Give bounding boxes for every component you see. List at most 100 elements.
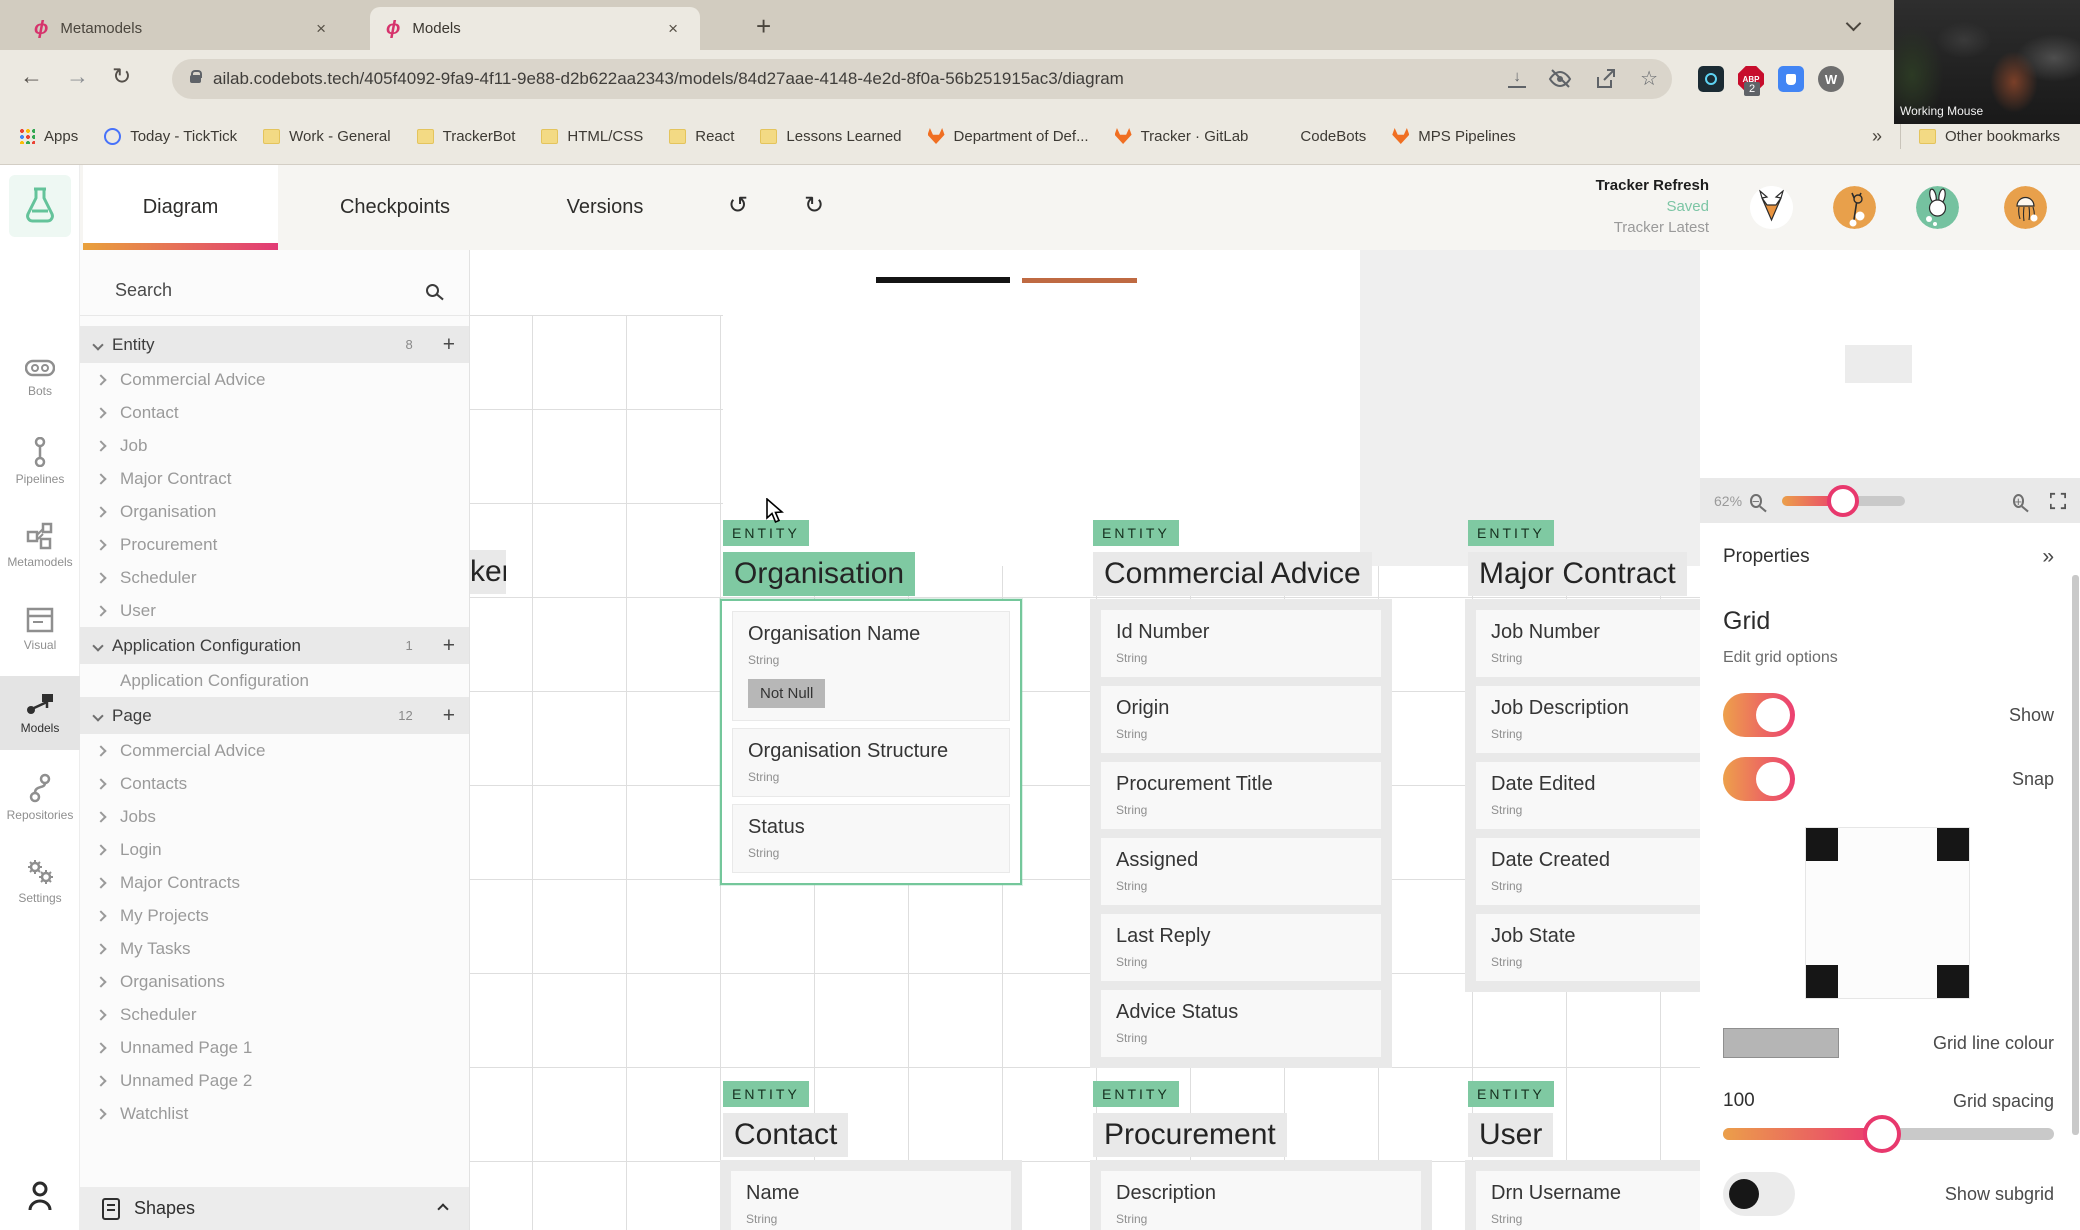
tree-item[interactable]: Commercial Advice bbox=[80, 363, 469, 396]
eye-off-icon[interactable] bbox=[1548, 67, 1572, 91]
browser-tab-models[interactable]: ϕ Models × bbox=[370, 7, 700, 50]
chevron-right-icon[interactable] bbox=[95, 876, 107, 889]
attribute-card[interactable]: Date Edited String bbox=[1475, 761, 1700, 830]
zoom-slider[interactable] bbox=[1781, 484, 1905, 517]
chevron-right-icon[interactable] bbox=[95, 1074, 107, 1087]
tree-item[interactable]: Organisations bbox=[80, 965, 469, 998]
tree-item[interactable]: Commercial Advice bbox=[80, 734, 469, 767]
tree-item[interactable]: Organisation bbox=[80, 495, 469, 528]
entity-organisation[interactable]: ENTITY Organisation Organisation Name St… bbox=[720, 520, 1022, 885]
attribute-card[interactable]: Job State String bbox=[1475, 913, 1700, 982]
new-tab-button[interactable]: + bbox=[756, 12, 771, 40]
chevron-right-icon[interactable] bbox=[95, 843, 107, 856]
tree-item[interactable]: Procurement bbox=[80, 528, 469, 561]
url-text[interactable]: ailab.codebots.tech/405f4092-9fa9-4f11-9… bbox=[213, 69, 1124, 89]
diagram-canvas[interactable]: ker ENTITY Organisation Organisation Nam… bbox=[470, 250, 1700, 1230]
entity-title[interactable]: Organisation bbox=[723, 552, 916, 596]
add-page-button[interactable]: + bbox=[443, 704, 455, 728]
chevron-down-icon[interactable] bbox=[92, 639, 104, 652]
undo-button[interactable]: ↺ bbox=[728, 191, 748, 220]
browser-tab-metamodels[interactable]: ϕ Metamodels × bbox=[18, 7, 348, 50]
bookmark-item[interactable]: Tracker · GitLab bbox=[1114, 128, 1248, 145]
react-devtools-extension-icon[interactable] bbox=[1698, 66, 1724, 92]
sidebar-item-metamodels[interactable]: Metamodels bbox=[0, 508, 80, 582]
chevron-right-icon[interactable] bbox=[95, 439, 107, 452]
entity-title[interactable]: Major Contract bbox=[1468, 552, 1687, 596]
orange-bar-shape[interactable] bbox=[1022, 278, 1137, 283]
grid-spacing-slider[interactable] bbox=[1723, 1115, 2054, 1153]
attribute-card[interactable]: Assigned String bbox=[1100, 837, 1382, 906]
sidebar-item-bots[interactable]: Bots bbox=[0, 340, 80, 414]
tree-group-application-configuration[interactable]: Application Configuration 1 + bbox=[80, 627, 469, 664]
chevron-right-icon[interactable] bbox=[95, 975, 107, 988]
tree-item[interactable]: Job bbox=[80, 429, 469, 462]
attribute-card[interactable]: Date Created String bbox=[1475, 837, 1700, 906]
tree-group-page[interactable]: Page 12 + bbox=[80, 697, 469, 734]
redo-button[interactable]: ↻ bbox=[804, 191, 824, 220]
chevron-right-icon[interactable] bbox=[95, 472, 107, 485]
search-row[interactable]: Search bbox=[80, 250, 469, 315]
chevron-right-icon[interactable] bbox=[95, 571, 107, 584]
tree-item[interactable]: My Projects bbox=[80, 899, 469, 932]
attribute-card[interactable]: Origin String bbox=[1100, 685, 1382, 754]
tree-item[interactable]: Major Contracts bbox=[80, 866, 469, 899]
tree-item[interactable]: Unnamed Page 2 bbox=[80, 1064, 469, 1097]
tab-checkpoints[interactable]: Checkpoints bbox=[320, 165, 470, 250]
chevron-right-icon[interactable] bbox=[95, 538, 107, 551]
chevron-right-icon[interactable] bbox=[95, 744, 107, 757]
tree-item[interactable]: Unnamed Page 1 bbox=[80, 1031, 469, 1064]
bookmarks-overflow-chevron[interactable]: » bbox=[1872, 126, 1882, 147]
attribute-card[interactable]: Job Description String bbox=[1475, 685, 1700, 754]
tab-close-icon[interactable]: × bbox=[662, 17, 684, 41]
attribute-card[interactable]: Organisation Structure String bbox=[732, 728, 1010, 797]
forward-button[interactable]: → bbox=[66, 63, 89, 90]
shapes-drawer-header[interactable]: Shapes bbox=[80, 1187, 469, 1230]
zoom-out-icon[interactable]: − bbox=[1750, 493, 1762, 508]
attribute-card[interactable]: Organisation Name String Not Null bbox=[732, 611, 1010, 721]
tree-item[interactable]: Jobs bbox=[80, 800, 469, 833]
clipped-entity-title[interactable]: ker bbox=[470, 550, 506, 594]
bookmark-item[interactable]: React bbox=[669, 128, 734, 145]
collapse-panel-icon[interactable]: » bbox=[2042, 545, 2054, 569]
search-icon[interactable] bbox=[426, 284, 439, 297]
chevron-right-icon[interactable] bbox=[95, 777, 107, 790]
chevron-right-icon[interactable] bbox=[95, 1041, 107, 1054]
chevron-right-icon[interactable] bbox=[95, 373, 107, 386]
bookmark-item[interactable]: Today - TickTick bbox=[104, 127, 237, 145]
user-profile-icon[interactable] bbox=[28, 1181, 52, 1216]
bookmark-item[interactable]: TrackerBot bbox=[416, 128, 515, 145]
entity-commercial-advice[interactable]: ENTITY Commercial Advice Id Number Strin… bbox=[1090, 520, 1392, 1068]
tree-item[interactable]: Login bbox=[80, 833, 469, 866]
tab-versions[interactable]: Versions bbox=[545, 165, 665, 250]
bookmark-item[interactable]: Lessons Learned bbox=[760, 128, 902, 145]
tree-item[interactable]: User bbox=[80, 594, 469, 627]
tree-item[interactable]: Contact bbox=[80, 396, 469, 429]
grid-spacing-slider-thumb[interactable] bbox=[1863, 1115, 1901, 1153]
add-config-button[interactable]: + bbox=[443, 634, 455, 658]
avatar-giraffe[interactable] bbox=[1833, 186, 1876, 229]
avatar-jellyfish[interactable] bbox=[2004, 186, 2047, 229]
entity-title[interactable]: User bbox=[1468, 1113, 1554, 1157]
attribute-card[interactable]: Last Reply String bbox=[1100, 913, 1382, 982]
tab-menu-chevron-icon[interactable] bbox=[1845, 15, 1862, 32]
attribute-card[interactable]: Name String bbox=[730, 1170, 1012, 1230]
entity-title[interactable]: Procurement bbox=[1093, 1113, 1287, 1157]
zoom-in-icon[interactable]: + bbox=[2012, 493, 2025, 508]
other-bookmarks[interactable]: Other bookmarks bbox=[1918, 128, 2060, 145]
black-bar-shape[interactable] bbox=[876, 277, 1010, 283]
canvas-gray-shape[interactable] bbox=[1360, 250, 1700, 566]
chevron-right-icon[interactable] bbox=[95, 810, 107, 823]
bookmark-item[interactable]: CodeBots bbox=[1274, 128, 1366, 145]
entity-major-contract[interactable]: ENTITY Major Contract Job Number String … bbox=[1465, 520, 1700, 992]
chevron-up-icon[interactable] bbox=[437, 1202, 449, 1215]
lock-icon[interactable] bbox=[190, 70, 202, 83]
address-bar[interactable]: ailab.codebots.tech/405f4092-9fa9-4f11-9… bbox=[172, 59, 1672, 99]
sidebar-item-models[interactable]: Models bbox=[0, 676, 80, 750]
privacy-shield-extension-icon[interactable] bbox=[1778, 66, 1804, 92]
back-button[interactable]: ← bbox=[20, 63, 43, 90]
chevron-down-icon[interactable] bbox=[92, 709, 104, 722]
chevron-right-icon[interactable] bbox=[95, 505, 107, 518]
chevron-right-icon[interactable] bbox=[95, 406, 107, 419]
chevron-right-icon[interactable] bbox=[95, 604, 107, 617]
sidebar-item-repositories[interactable]: Repositories bbox=[0, 760, 80, 834]
